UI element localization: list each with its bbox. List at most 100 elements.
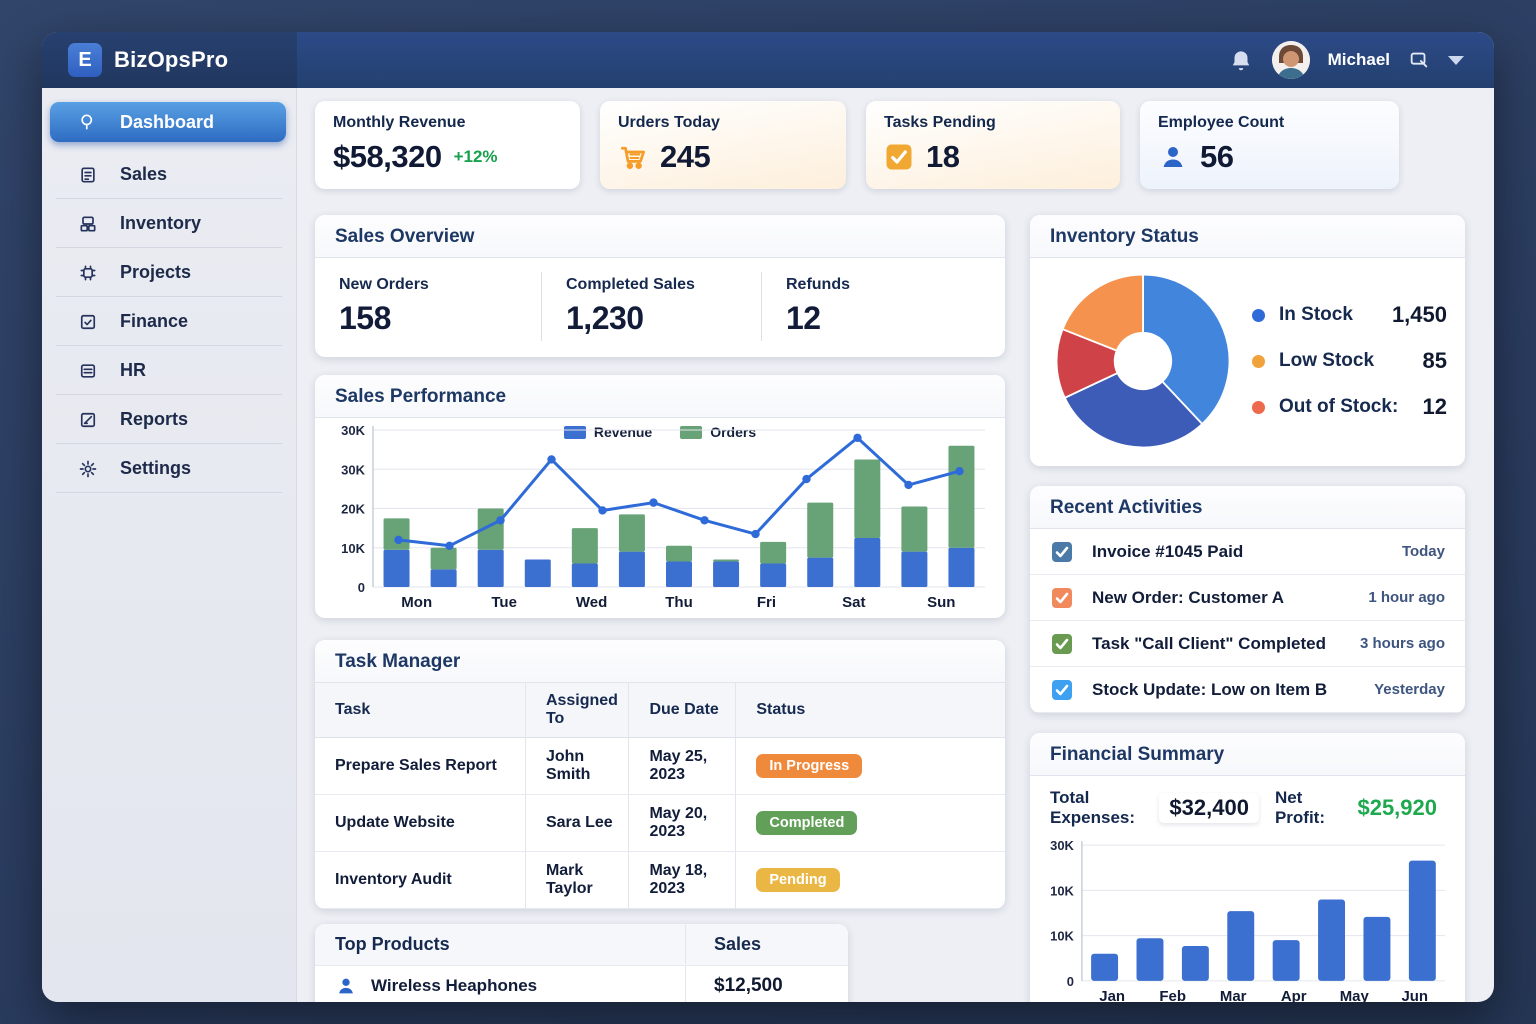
svg-text:10K: 10K: [1050, 883, 1074, 898]
magnifier-icon: [78, 112, 98, 132]
profit-value: $25,920: [1347, 793, 1447, 823]
legend-dot-icon: [1252, 401, 1265, 414]
svg-text:30K: 30K: [341, 462, 365, 477]
expense-bar: [1409, 861, 1436, 981]
table-row[interactable]: Prepare Sales ReportJohn SmithMay 25, 20…: [315, 738, 1005, 795]
check-icon: [1050, 678, 1074, 702]
sidebar-item-label: HR: [120, 360, 146, 381]
profile-edit-icon[interactable]: [1408, 49, 1430, 71]
sales-performance-panel: Sales Performance RevenueOrders 010K20K3…: [315, 375, 1005, 618]
navbar-right: Michael: [1228, 41, 1494, 79]
expense-bar: [1227, 911, 1254, 981]
sidebar-item-inventory[interactable]: Inventory: [42, 199, 296, 248]
stat-card[interactable]: Monthly Revenue$58,320+12%: [315, 101, 580, 189]
top-products-header: Top Products Sales: [315, 924, 848, 966]
stat-card-label: Tasks Pending: [884, 114, 1102, 132]
orders-bar: [760, 542, 786, 564]
expense-bar: [1182, 946, 1209, 981]
task-cell: Update Website: [315, 795, 525, 852]
sidebar-item-projects[interactable]: Projects: [42, 248, 296, 297]
overview-metric: Refunds12: [761, 272, 874, 341]
report-pen-icon: [78, 410, 98, 430]
expense-bar: [1273, 940, 1300, 981]
activity-text: Invoice #1045 Paid: [1092, 542, 1243, 562]
assigned-cell: Sara Lee: [525, 795, 629, 852]
sidebar-item-dashboard[interactable]: Dashboard: [50, 102, 286, 142]
svg-text:10K: 10K: [1050, 929, 1074, 944]
x-axis-label: Apr: [1281, 988, 1307, 1002]
overview-metric: New Orders158: [315, 272, 541, 341]
app-window: E BizOpsPro Michael Dashboard Sales Invent…: [42, 32, 1494, 1002]
orders-bar: [384, 518, 410, 549]
orders-bar: [619, 514, 645, 551]
activity-row[interactable]: Task "Call Client" Completed3 hours ago: [1030, 621, 1465, 667]
top-navbar: E BizOpsPro Michael: [42, 32, 1494, 88]
revenue-bar: [854, 538, 880, 587]
x-axis-label: Mon: [401, 594, 432, 611]
sidebar-item-label: Sales: [120, 164, 167, 185]
inventory-legend-row: Low Stock85: [1252, 348, 1447, 374]
revenue-bar: [666, 561, 692, 587]
expense-bar: [1137, 938, 1164, 981]
overview-metric: Completed Sales1,230: [541, 272, 761, 341]
activity-row[interactable]: Stock Update: Low on Item BYesterday: [1030, 667, 1465, 713]
column-header: Sales: [685, 925, 848, 964]
column-header: Status: [736, 683, 1005, 738]
x-axis-label: Wed: [576, 594, 607, 611]
recent-activities-panel: Recent Activities Invoice #1045 PaidToda…: [1030, 486, 1465, 713]
inventory-status-panel: Inventory Status In Stock1,450Low Stock8…: [1030, 215, 1465, 466]
stat-card[interactable]: Urders Today 245: [600, 101, 846, 189]
chevron-down-icon[interactable]: [1448, 56, 1464, 65]
sidebar-item-settings[interactable]: Settings: [42, 444, 296, 493]
activity-time: 1 hour ago: [1368, 589, 1445, 606]
x-axis-label: Jun: [1401, 988, 1428, 1002]
orders-bar: [713, 560, 739, 562]
sidebar-item-reports[interactable]: Reports: [42, 395, 296, 444]
metric-value: 158: [339, 300, 517, 337]
svg-text:30K: 30K: [1050, 838, 1074, 853]
app-title: BizOpsPro: [114, 47, 228, 73]
bell-icon[interactable]: [1228, 47, 1254, 73]
column-header: Top Products: [315, 924, 685, 965]
task-cell: Inventory Audit: [315, 852, 525, 909]
revenue-bar: [901, 552, 927, 587]
check-square-icon: [78, 312, 98, 332]
checkbox-icon: [884, 142, 914, 172]
sidebar: Dashboard Sales InventoryProjectsFinance HR…: [42, 88, 297, 1002]
stat-card-value: 18: [926, 139, 959, 175]
stat-card-value: 245: [660, 139, 710, 175]
check-icon: [1050, 586, 1074, 610]
financial-summary-panel: Financial Summary Total Expenses: $32,40…: [1030, 733, 1465, 1002]
due-cell: May 25, 2023: [629, 738, 736, 795]
sales-overview-panel: Sales Overview New Orders158Completed Sa…: [315, 215, 1005, 357]
sidebar-item-hr[interactable]: HR: [42, 346, 296, 395]
sidebar-item-label: Dashboard: [120, 112, 214, 133]
product-sales: $12,500: [685, 966, 848, 1002]
metric-value: 1,230: [566, 300, 737, 337]
assigned-cell: Mark Taylor: [525, 852, 629, 909]
stat-card-label: Employee Count: [1158, 114, 1381, 132]
sidebar-item-sales[interactable]: Sales: [42, 150, 296, 199]
activity-row[interactable]: Invoice #1045 PaidToday: [1030, 529, 1465, 575]
document-icon: [78, 165, 98, 185]
stat-card[interactable]: Employee Count56: [1140, 101, 1399, 189]
stat-card[interactable]: Tasks Pending 18: [866, 101, 1120, 189]
stat-card-label: Monthly Revenue: [333, 114, 562, 132]
panel-title: Inventory Status: [1050, 226, 1199, 247]
x-axis-label: Mar: [1220, 988, 1247, 1002]
activity-time: Yesterday: [1374, 681, 1445, 698]
activity-row[interactable]: New Order: Customer A1 hour ago: [1030, 575, 1465, 621]
avatar[interactable]: [1272, 41, 1310, 79]
stat-card-value: $58,320: [333, 139, 442, 175]
stat-card-label: Urders Today: [618, 114, 828, 132]
table-row[interactable]: Inventory AuditMark TaylorMay 18, 2023Pe…: [315, 852, 1005, 909]
overview-metrics: New Orders158Completed Sales1,230Refunds…: [315, 258, 1005, 357]
table-row[interactable]: Update WebsiteSara LeeMay 20, 2023Comple…: [315, 795, 1005, 852]
legend-dot-icon: [1252, 309, 1265, 322]
legend-value: 1,450: [1392, 302, 1447, 328]
sidebar-item-finance[interactable]: Finance: [42, 297, 296, 346]
revenue-bar: [713, 561, 739, 587]
due-cell: May 18, 2023: [629, 852, 736, 909]
product-row[interactable]: Wireless Heaphones$12,500: [315, 966, 848, 1002]
expenses-label: Total Expenses:: [1050, 788, 1151, 828]
